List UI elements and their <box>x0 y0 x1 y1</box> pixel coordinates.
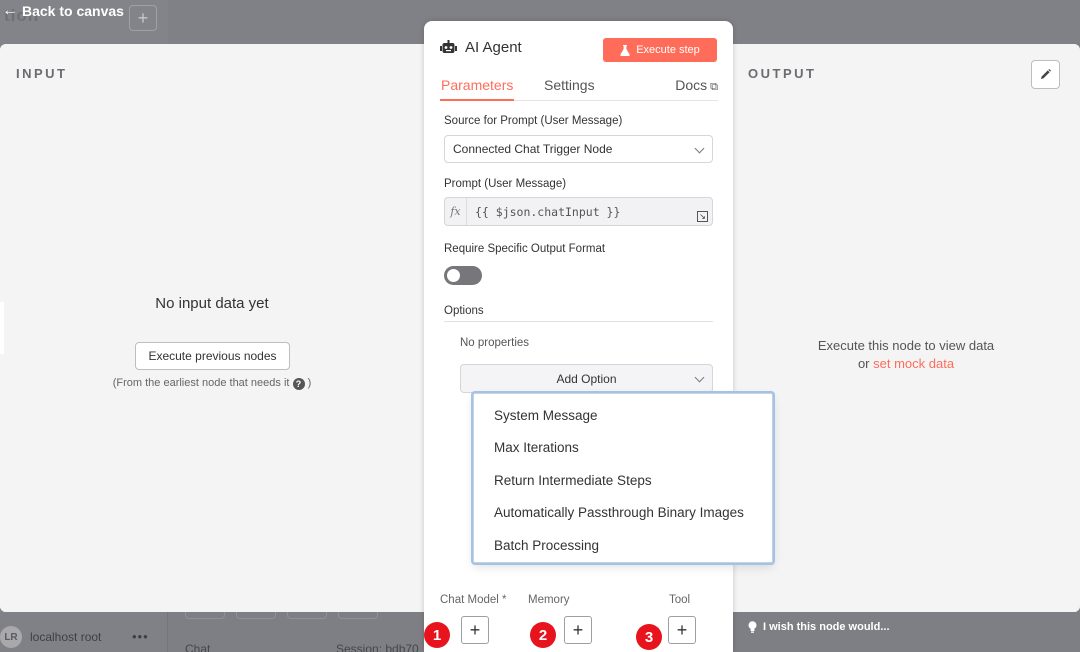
tab-settings[interactable]: Settings <box>544 77 595 101</box>
external-link-icon: ⧉ <box>710 81 718 93</box>
background-session-label: Session: bdb70 <box>336 642 419 652</box>
option-max-iterations[interactable]: Max Iterations <box>474 432 772 465</box>
prompt-expression-value: {{ $json.chatInput }} <box>475 204 621 219</box>
execute-step-label: Execute step <box>636 44 700 56</box>
annotation-marker-3: 3 <box>636 624 662 650</box>
add-option-select[interactable]: Add Option <box>460 364 713 393</box>
edit-output-button[interactable] <box>1031 60 1060 89</box>
back-to-canvas-label: Back to canvas <box>22 3 124 19</box>
feedback-link[interactable]: I wish this node would... <box>748 621 890 633</box>
source-prompt-value: Connected Chat Trigger Node <box>453 142 613 156</box>
user-more-icon: ••• <box>132 629 149 644</box>
tab-parameters[interactable]: Parameters <box>440 77 515 101</box>
add-memory-button[interactable]: + <box>564 616 592 644</box>
node-tabs: Parameters Settings Docs ⧉ <box>440 77 718 101</box>
source-prompt-select[interactable]: Connected Chat Trigger Node <box>444 135 713 163</box>
add-option-label: Add Option <box>556 371 617 386</box>
execute-step-button[interactable]: Execute step <box>603 38 717 62</box>
user-name: localhost root <box>30 630 102 644</box>
background-add-button: + <box>129 5 157 31</box>
output-panel: OUTPUT Execute this node to view data or… <box>732 44 1080 612</box>
option-system-message[interactable]: System Message <box>474 399 772 432</box>
input-empty-title: No input data yet <box>155 295 269 312</box>
prompt-expression-input[interactable]: fx {{ $json.chatInput }} ↘ <box>444 197 713 226</box>
option-return-intermediate-steps[interactable]: Return Intermediate Steps <box>474 464 772 497</box>
options-divider <box>444 321 713 322</box>
options-label: Options <box>444 305 484 317</box>
output-format-label: Require Specific Output Format <box>444 243 606 255</box>
node-header: AI Agent <box>440 39 522 56</box>
option-passthrough-binary-images[interactable]: Automatically Passthrough Binary Images <box>474 497 772 530</box>
prompt-label: Prompt (User Message) <box>444 178 567 190</box>
tab-docs[interactable]: Docs ⧉ <box>675 77 718 101</box>
tab-docs-label: Docs <box>675 77 708 93</box>
avatar: LR <box>0 626 22 648</box>
arrow-left-icon: ← <box>2 2 18 19</box>
help-icon[interactable]: ? <box>292 378 305 390</box>
chevron-down-icon <box>694 372 705 383</box>
output-empty-line2: or set mock data <box>732 355 1080 373</box>
pencil-icon <box>1041 69 1051 79</box>
add-tool-button[interactable]: + <box>668 616 696 644</box>
annotation-marker-2: 2 <box>530 622 556 648</box>
lightbulb-icon <box>748 621 757 633</box>
output-format-toggle[interactable] <box>444 266 482 285</box>
chat-model-label: Chat Model * <box>440 594 507 606</box>
expand-icon[interactable]: ↘ <box>697 211 708 222</box>
output-empty-or: or <box>857 356 870 371</box>
flask-icon <box>620 44 630 56</box>
input-hint-end: ) <box>307 377 312 389</box>
input-hint-text: (From the earliest node that needs it <box>112 377 290 389</box>
input-hint: (From the earliest node that needs it ? … <box>0 377 424 390</box>
tool-label: Tool <box>669 594 691 606</box>
add-chat-model-button[interactable]: + <box>461 616 489 644</box>
option-batch-processing[interactable]: Batch Processing <box>474 529 772 562</box>
execute-previous-nodes-button[interactable]: Execute previous nodes <box>135 342 290 370</box>
back-to-canvas-link[interactable]: ← Back to canvas <box>2 2 124 20</box>
output-empty-line1: Execute this node to view data <box>817 338 995 353</box>
memory-label: Memory <box>528 594 570 606</box>
output-empty-message: Execute this node to view data or set mo… <box>732 337 1080 373</box>
toggle-knob <box>447 269 460 282</box>
robot-icon <box>440 40 457 53</box>
set-mock-data-link[interactable]: set mock data <box>873 356 954 371</box>
add-option-dropdown: System Message Max Iterations Return Int… <box>473 393 773 563</box>
background-chat-label: Chat <box>185 642 211 652</box>
panel-resize-handle[interactable] <box>0 302 4 354</box>
source-prompt-label: Source for Prompt (User Message) <box>444 115 623 127</box>
annotation-marker-1: 1 <box>424 622 450 648</box>
input-panel: INPUT No input data yet Execute previous… <box>0 44 424 612</box>
input-panel-title: INPUT <box>16 66 68 81</box>
fx-icon: fx <box>445 198 467 225</box>
user-menu: LR localhost root <box>0 626 101 648</box>
feedback-label: I wish this node would... <box>763 621 890 633</box>
no-properties-text: No properties <box>460 337 530 349</box>
node-title: AI Agent <box>465 39 522 56</box>
chevron-down-icon <box>694 143 705 154</box>
output-panel-title: OUTPUT <box>748 66 817 81</box>
